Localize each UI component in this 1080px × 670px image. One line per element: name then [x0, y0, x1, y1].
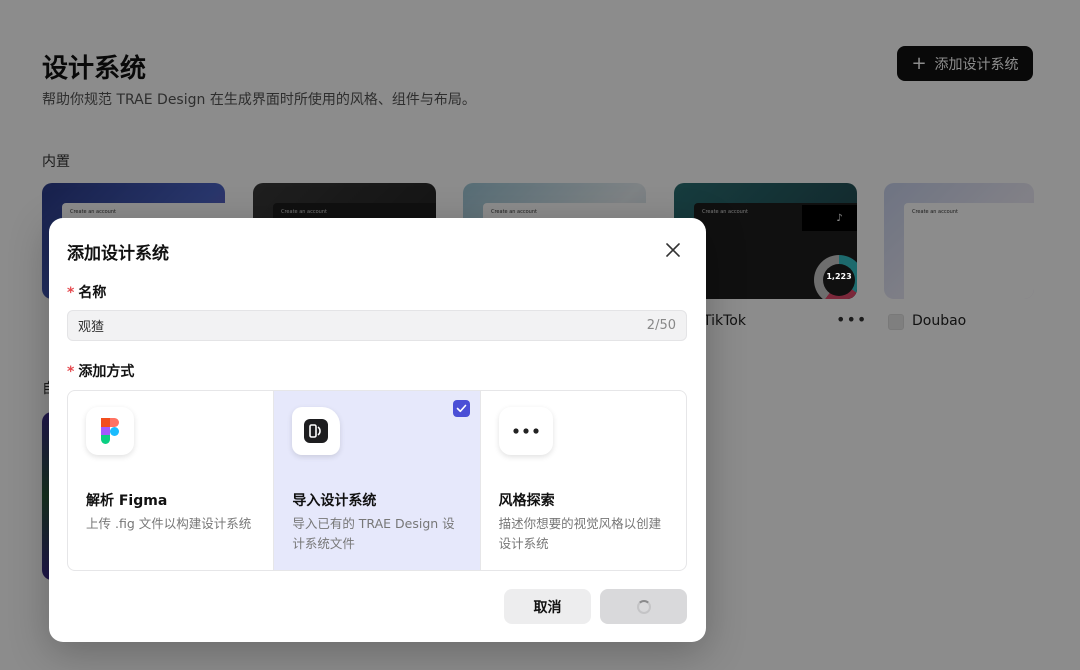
selected-check-icon — [452, 400, 470, 417]
option-import-design-system[interactable]: 导入设计系统 导入已有的 TRAE Design 设计系统文件 — [274, 391, 481, 570]
option-description: 描述你想要的视觉风格以创建设计系统 — [498, 516, 662, 551]
name-field-label: * 名称 — [67, 282, 106, 302]
donut-value: 1,223 — [826, 272, 852, 281]
chat-bubble-icon — [498, 407, 553, 455]
name-char-counter: 2/50 — [646, 318, 676, 333]
required-mark: * — [67, 285, 75, 301]
close-icon — [666, 243, 680, 257]
loading-spinner-icon — [636, 599, 651, 614]
option-title: 风格探索 — [498, 493, 555, 509]
name-input[interactable] — [78, 318, 647, 333]
import-file-icon — [292, 407, 341, 455]
figma-icon — [86, 407, 134, 455]
option-style-explore[interactable]: 风格探索 描述你想要的视觉风格以创建设计系统 — [481, 391, 686, 570]
name-field[interactable]: 2/50 — [67, 310, 687, 341]
close-button[interactable] — [662, 239, 684, 261]
method-options: 解析 Figma 上传 .fig 文件以构建设计系统 导入设计系统 导入已有的 … — [67, 390, 687, 571]
name-label-text: 名称 — [78, 285, 107, 301]
option-title: 导入设计系统 — [292, 493, 377, 509]
option-parse-figma[interactable]: 解析 Figma 上传 .fig 文件以构建设计系统 — [68, 391, 275, 570]
cancel-button[interactable]: 取消 — [504, 589, 591, 624]
dialog-title: 添加设计系统 — [67, 244, 169, 264]
add-design-system-dialog: 添加设计系统 *名称 2/50 *添加方式 — [49, 218, 706, 642]
option-description: 上传 .fig 文件以构建设计系统 — [86, 516, 252, 531]
required-mark: * — [67, 364, 75, 380]
confirm-button-loading[interactable] — [600, 589, 687, 624]
option-title: 解析 Figma — [86, 493, 168, 509]
method-label-text: 添加方式 — [78, 364, 135, 380]
method-field-label: * 添加方式 — [67, 361, 134, 381]
option-description: 导入已有的 TRAE Design 设计系统文件 — [292, 516, 455, 551]
